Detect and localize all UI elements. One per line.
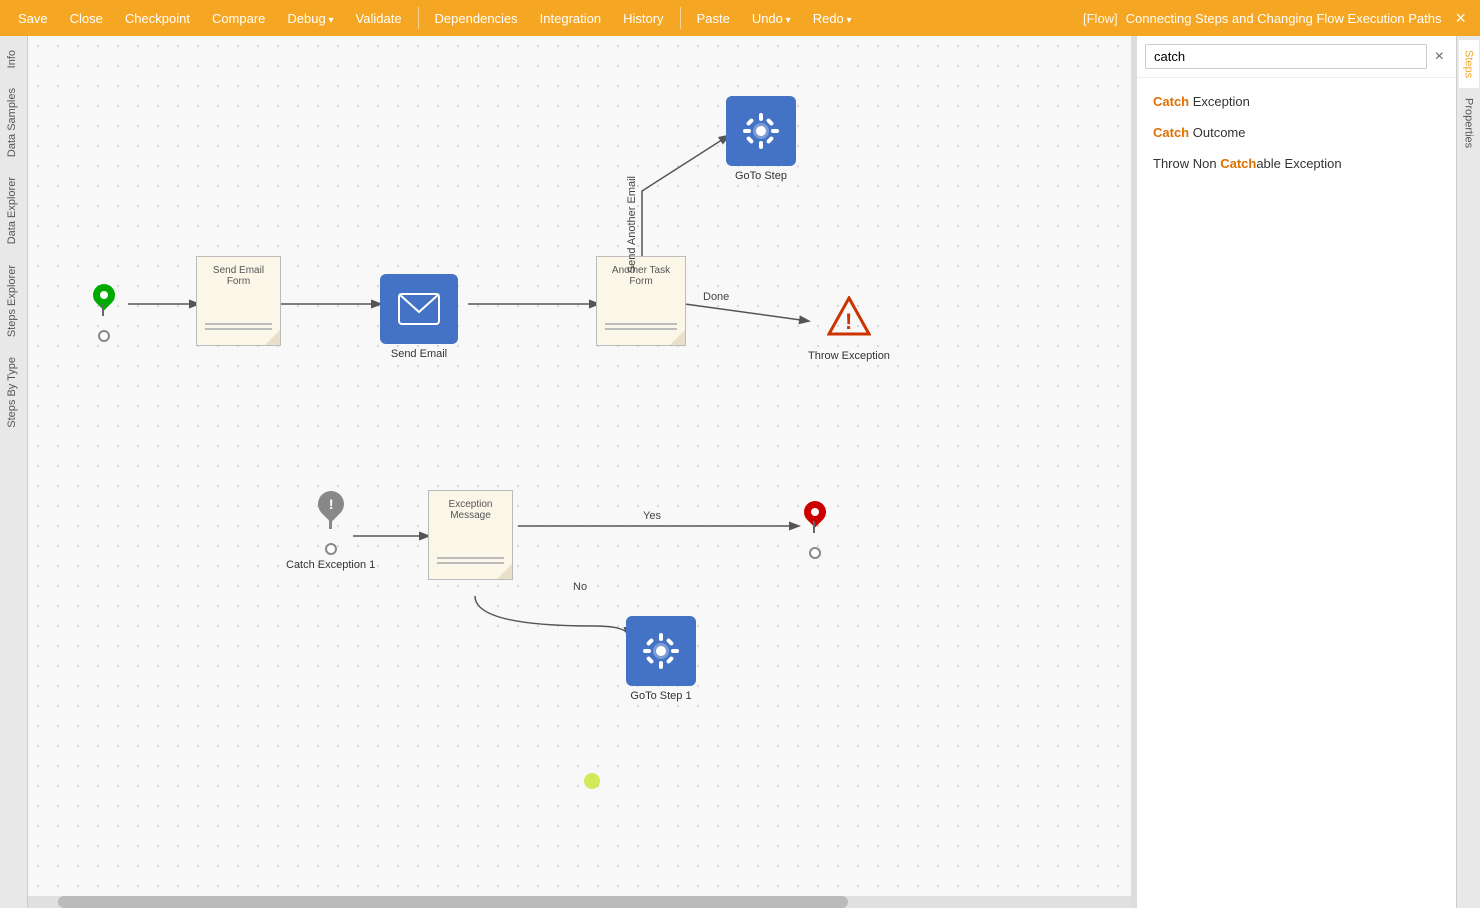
doc-line-3 xyxy=(605,323,677,325)
gear-icon-2 xyxy=(641,631,681,671)
toolbar-info: [Flow] Connecting Steps and Changing Flo… xyxy=(1083,8,1472,29)
throw-exception-label: Throw Exception xyxy=(808,350,890,362)
close-button[interactable]: Close xyxy=(60,7,113,30)
tab-steps[interactable]: Steps xyxy=(1459,40,1479,88)
left-sidebar: Info Data Samples Data Explorer Steps Ex… xyxy=(0,36,28,908)
sidebar-item-steps-explorer[interactable]: Steps Explorer xyxy=(0,255,27,347)
toolbar-separator-2 xyxy=(680,7,681,29)
flow-title: Connecting Steps and Changing Flow Execu… xyxy=(1126,11,1442,26)
toolbar: Save Close Checkpoint Compare Debug Vali… xyxy=(0,0,1480,36)
right-panel: × Catch Exception Catch Outcome Throw No… xyxy=(1136,36,1456,908)
save-button[interactable]: Save xyxy=(8,7,58,30)
scroll-thumb[interactable] xyxy=(58,896,848,908)
exception-message-node[interactable]: ExceptionMessage xyxy=(428,490,513,580)
search-result-catch-exception[interactable]: Catch Exception xyxy=(1137,86,1456,117)
catch-exception-1-node[interactable]: ! Catch Exception 1 xyxy=(286,491,375,571)
yes-label: Yes xyxy=(643,510,661,522)
sidebar-item-steps-by-type[interactable]: Steps By Type xyxy=(0,347,27,438)
send-email-node[interactable]: Send Email xyxy=(380,274,458,360)
dependencies-button[interactable]: Dependencies xyxy=(425,7,528,30)
close-flow-button[interactable]: × xyxy=(1449,8,1472,29)
doc-line-1 xyxy=(205,323,272,325)
toolbar-separator-1 xyxy=(418,7,419,29)
search-results: Catch Exception Catch Outcome Throw Non … xyxy=(1137,78,1456,187)
another-task-form-node[interactable]: Another TaskForm xyxy=(596,256,686,346)
gear-icon xyxy=(741,111,781,151)
right-tab-strip: Steps Properties xyxy=(1456,36,1480,908)
sidebar-item-data-samples[interactable]: Data Samples xyxy=(0,78,27,167)
goto-step-node[interactable]: GoTo Step xyxy=(726,96,796,182)
goto-step-1-gear xyxy=(626,616,696,686)
send-email-form-label: Send EmailForm xyxy=(197,257,280,291)
doc-line-2 xyxy=(205,328,272,330)
search-input[interactable] xyxy=(1145,44,1427,69)
catch-exception-1-label: Catch Exception 1 xyxy=(286,559,375,571)
throw-exception-node[interactable]: ! Throw Exception xyxy=(808,296,890,362)
email-icon xyxy=(397,292,441,326)
flow-canvas[interactable]: Send EmailForm Send Email Another TaskFo… xyxy=(28,36,1136,908)
compare-button[interactable]: Compare xyxy=(202,7,275,30)
integration-button[interactable]: Integration xyxy=(530,7,611,30)
search-clear-button[interactable]: × xyxy=(1431,48,1448,66)
catch-outcome-highlight: Catch xyxy=(1153,125,1189,140)
cursor xyxy=(584,773,600,789)
history-button[interactable]: History xyxy=(613,7,673,30)
doc-line-6 xyxy=(437,562,504,564)
send-another-email-label: Send Another Email xyxy=(626,176,638,273)
goto-step-1-node[interactable]: GoTo Step 1 xyxy=(626,616,696,702)
exception-message-label: ExceptionMessage xyxy=(429,491,512,525)
main-layout: Info Data Samples Data Explorer Steps Ex… xyxy=(0,36,1480,908)
doc-line-4 xyxy=(605,328,677,330)
checkpoint-button[interactable]: Checkpoint xyxy=(115,7,200,30)
send-email-label: Send Email xyxy=(391,348,447,360)
svg-text:!: ! xyxy=(845,309,852,334)
redo-button[interactable]: Redo xyxy=(803,7,862,30)
search-area: × xyxy=(1137,36,1456,78)
undo-button[interactable]: Undo xyxy=(742,7,801,30)
debug-button[interactable]: Debug xyxy=(277,7,343,30)
goto-step-gear xyxy=(726,96,796,166)
sidebar-item-info[interactable]: Info xyxy=(0,40,27,78)
goto-step-label: GoTo Step xyxy=(735,170,787,182)
search-result-catch-outcome[interactable]: Catch Outcome xyxy=(1137,117,1456,148)
catchable-highlight: Catch xyxy=(1220,156,1256,171)
tab-properties[interactable]: Properties xyxy=(1459,88,1479,158)
another-task-form-label: Another TaskForm xyxy=(597,257,685,291)
validate-button[interactable]: Validate xyxy=(346,7,412,30)
catch-exception-highlight: Catch xyxy=(1153,94,1189,109)
start-pin[interactable] xyxy=(90,284,118,342)
resize-handle[interactable] xyxy=(1131,36,1136,908)
sidebar-item-data-explorer[interactable]: Data Explorer xyxy=(0,167,27,254)
paste-button[interactable]: Paste xyxy=(687,7,740,30)
send-email-form-node[interactable]: Send EmailForm xyxy=(196,256,281,346)
goto-step-1-label: GoTo Step 1 xyxy=(630,690,691,702)
connections-svg xyxy=(28,36,1136,908)
flow-label: [Flow] xyxy=(1083,11,1118,26)
search-result-throw-non-catchable[interactable]: Throw Non Catchable Exception xyxy=(1137,148,1456,179)
end-pin-node[interactable] xyxy=(801,501,829,559)
no-label: No xyxy=(573,581,587,593)
doc-line-5 xyxy=(437,557,504,559)
warning-icon: ! xyxy=(827,296,871,336)
horizontal-scrollbar[interactable] xyxy=(28,896,1136,908)
done-label: Done xyxy=(703,291,729,303)
